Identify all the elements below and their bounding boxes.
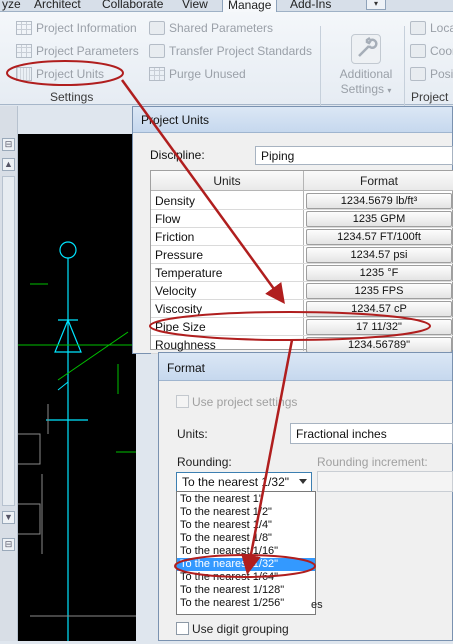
unit-name: Pipe Size [155, 320, 206, 334]
shared-parameters-button[interactable]: Shared Parameters [149, 18, 273, 38]
format-dialog-title: Format [159, 353, 452, 381]
table-row: Flow 1235 GPM [151, 210, 453, 228]
discipline-select[interactable]: Piping [255, 146, 453, 165]
tab-manage[interactable]: Manage [222, 0, 278, 12]
project-units-title: Project Units [133, 107, 452, 133]
purge-unused-icon [149, 67, 165, 81]
scrollbar-track[interactable] [2, 176, 15, 506]
unit-name: Friction [155, 230, 195, 244]
shared-parameters-icon [149, 21, 165, 35]
rounding-increment-label: Rounding increment: [317, 455, 428, 469]
table-row: Friction 1234.57 FT/100ft [151, 228, 453, 246]
tab-architect[interactable]: Architect [34, 0, 81, 12]
unit-name: Pressure [155, 248, 204, 262]
collapse-icon[interactable]: ⊟ [2, 538, 15, 551]
unit-name: Temperature [155, 266, 223, 280]
use-digit-grouping-checkbox[interactable] [176, 622, 189, 635]
list-item[interactable]: To the nearest 1/16" [177, 545, 315, 558]
position-button[interactable]: Posit [410, 64, 453, 84]
ribbon-minimize-icon[interactable]: ▾ [366, 0, 386, 10]
project-browser-edge: ⊟ ▲ ▼ ⊟ [0, 106, 18, 641]
transfer-standards-icon [149, 44, 165, 58]
rounding-label: Rounding: [177, 455, 232, 469]
units-table: Units Format Density 1234.5679 lb/ft³ Fl… [150, 170, 453, 354]
units-select[interactable]: Fractional inches [290, 423, 453, 444]
expand-icon[interactable]: ⊟ [2, 138, 15, 151]
ribbon-panel-area: Project Information Project Parameters P… [0, 12, 453, 114]
wrench-icon [351, 34, 381, 64]
table-row: Density 1234.5679 lb/ft³ [151, 192, 453, 210]
format-button[interactable]: 1235 °F [306, 265, 452, 281]
position-icon [410, 67, 426, 81]
location-button[interactable]: Loca [410, 18, 453, 38]
coordinates-icon [410, 44, 426, 58]
piping-drawing [15, 241, 136, 641]
list-item[interactable]: To the nearest 1/128" [177, 584, 315, 597]
units-column-header: Units [151, 171, 303, 191]
use-digit-grouping-label: Use digit grouping [192, 622, 289, 636]
units-label: Units: [177, 427, 208, 441]
rounding-select[interactable]: To the nearest 1/32" [176, 472, 312, 492]
table-row: Pressure 1234.57 psi [151, 246, 453, 264]
coordinates-button[interactable]: Coor [410, 41, 453, 61]
unit-name: Velocity [155, 284, 197, 298]
list-item-selected[interactable]: To the nearest 1/32" [177, 558, 315, 571]
format-column-header: Format [304, 171, 453, 191]
table-row: Temperature 1235 °F [151, 264, 453, 282]
scroll-down-icon[interactable]: ▼ [2, 511, 15, 524]
discipline-label: Discipline: [150, 148, 205, 162]
tab-add-ins[interactable]: Add-Ins [290, 0, 331, 12]
list-item[interactable]: To the nearest 1/4" [177, 519, 315, 532]
tab-view[interactable]: View [182, 0, 208, 12]
list-item[interactable]: To the nearest 1/2" [177, 506, 315, 519]
unit-name: Viscosity [155, 302, 203, 316]
purge-unused-button[interactable]: Purge Unused [149, 64, 246, 84]
table-row: Pipe Size 17 11/32" [151, 318, 453, 336]
project-parameters-icon [16, 44, 32, 58]
drawing-canvas[interactable] [15, 134, 136, 641]
table-row: Viscosity 1234.57 cP [151, 300, 453, 318]
format-button[interactable]: 1235 FPS [306, 283, 452, 299]
rounding-increment-input[interactable] [317, 471, 453, 492]
use-project-settings-checkbox[interactable] [176, 395, 189, 408]
ribbon-tab-bar: yze Architect Collaborate View Manage Ad… [0, 0, 453, 12]
panel-label-settings: Settings [50, 90, 94, 104]
additional-settings-button[interactable]: Additional Settings ▾ [330, 34, 402, 98]
chevron-down-icon [299, 479, 307, 484]
format-button[interactable]: 1235 GPM [306, 211, 452, 227]
list-item[interactable]: To the nearest 1/64" [177, 571, 315, 584]
project-information-icon [16, 21, 32, 35]
format-button[interactable]: 17 11/32" [306, 319, 452, 335]
unit-name: Roughness [155, 338, 216, 352]
project-parameters-button[interactable]: Project Parameters [16, 41, 139, 61]
rounding-dropdown-list[interactable]: To the nearest 1" To the nearest 1/2" To… [176, 491, 316, 615]
format-button[interactable]: 1234.5679 lb/ft³ [306, 193, 452, 209]
tab-analyze[interactable]: yze [2, 0, 21, 12]
scroll-up-icon[interactable]: ▲ [2, 158, 15, 171]
use-project-settings-label: Use project settings [192, 395, 298, 409]
partial-label: es [311, 599, 323, 611]
list-item[interactable]: To the nearest 1/256" [177, 597, 315, 610]
format-button[interactable]: 1234.57 FT/100ft [306, 229, 452, 245]
project-units-icon [16, 67, 32, 81]
panel-label-project: Project [411, 90, 449, 104]
tab-collaborate[interactable]: Collaborate [102, 0, 163, 12]
dropdown-arrow-icon: ▾ [387, 86, 392, 95]
project-information-button[interactable]: Project Information [16, 18, 137, 38]
location-icon [410, 21, 426, 35]
list-item[interactable]: To the nearest 1" [177, 493, 315, 506]
table-row: Velocity 1235 FPS [151, 282, 453, 300]
list-item[interactable]: To the nearest 1/8" [177, 532, 315, 545]
transfer-project-standards-button[interactable]: Transfer Project Standards [149, 41, 312, 61]
panel-separator [320, 26, 321, 114]
format-button[interactable]: 1234.57 psi [306, 247, 452, 263]
unit-name: Flow [155, 212, 181, 226]
unit-name: Density [155, 194, 196, 208]
format-button[interactable]: 1234.57 cP [306, 301, 452, 317]
project-units-button[interactable]: Project Units [16, 64, 104, 84]
panel-separator [404, 26, 405, 114]
format-button[interactable]: 1234.56789" [306, 337, 452, 353]
